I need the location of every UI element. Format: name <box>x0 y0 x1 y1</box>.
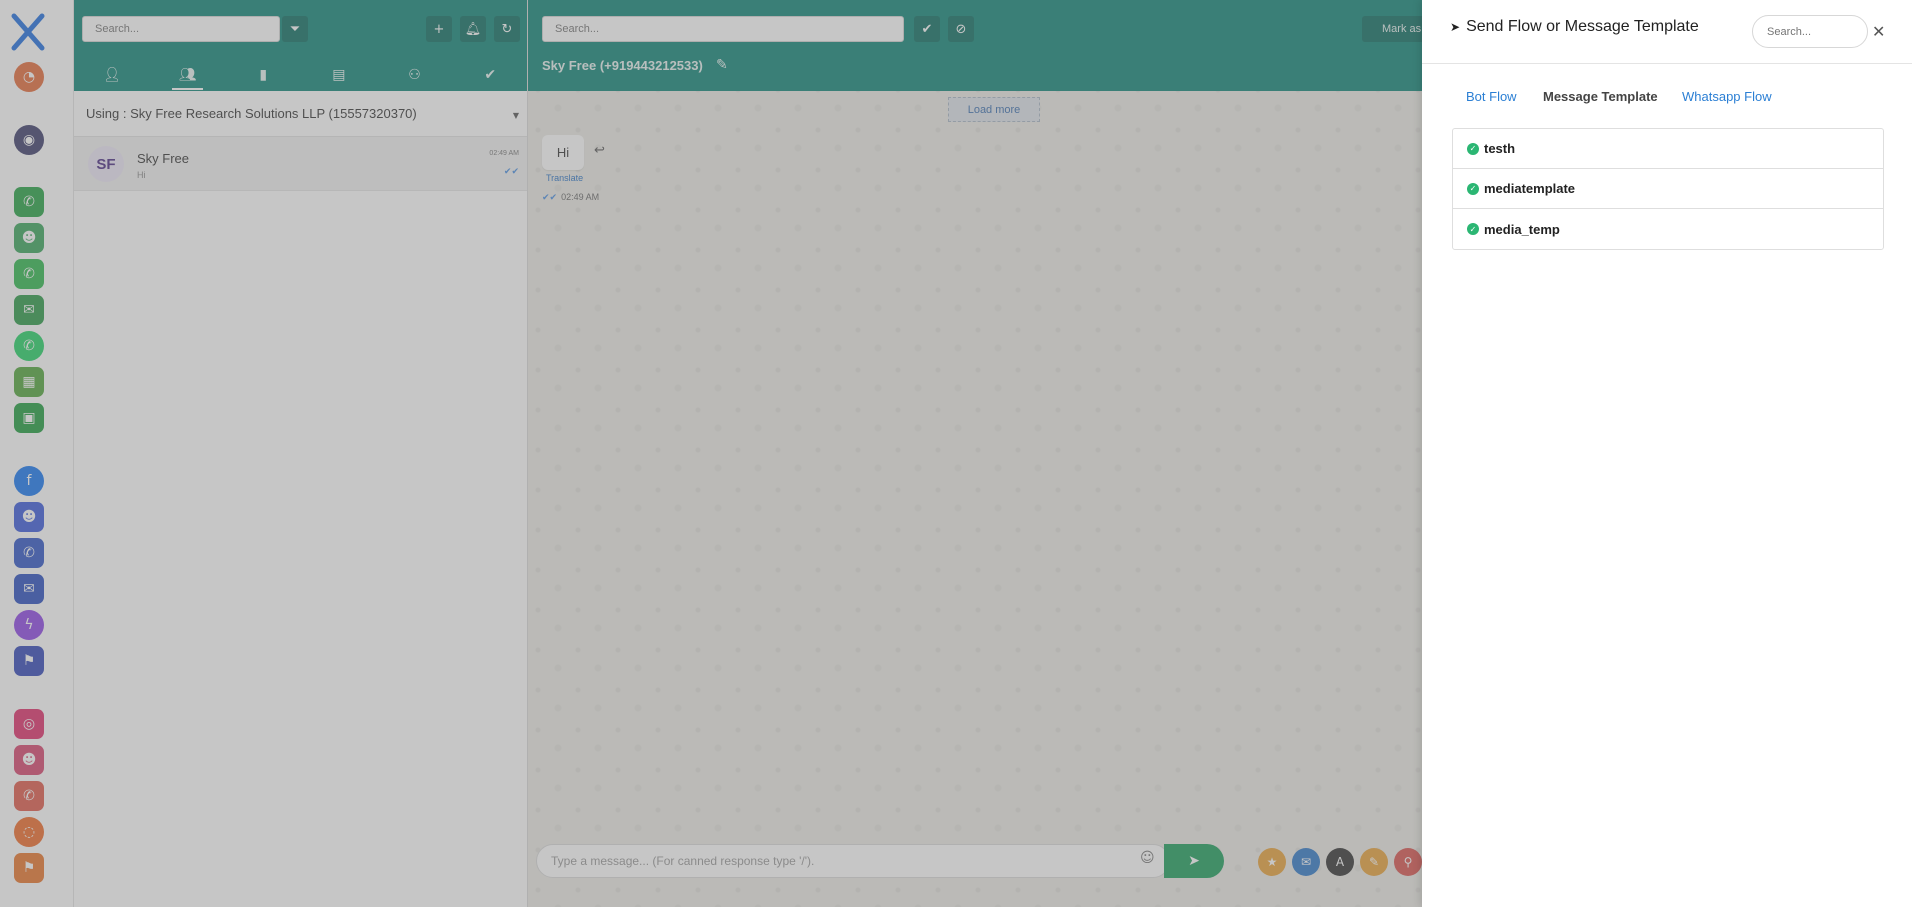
template-name: testh <box>1484 141 1516 156</box>
tab-message-template[interactable]: Message Template <box>1543 89 1658 104</box>
template-name: media_temp <box>1484 221 1560 237</box>
close-icon[interactable]: ✕ <box>1872 24 1885 40</box>
drawer-tabs: Bot Flow Message Template Whatsapp Flow <box>1422 84 1912 110</box>
template-name: mediatemplate <box>1484 181 1576 196</box>
send-template-drawer: ➤ Send Flow or Message Template ✕ Bot Fl… <box>1422 0 1912 907</box>
template-item[interactable]: ✓ mediatemplate <box>1453 169 1883 209</box>
template-search-input[interactable] <box>1752 15 1868 48</box>
tab-whatsapp-flow[interactable]: Whatsapp Flow <box>1682 89 1772 104</box>
drawer-header: ➤ Send Flow or Message Template ✕ <box>1422 0 1912 64</box>
approved-check-icon: ✓ <box>1467 182 1479 195</box>
template-list: ✓ testh ✓ mediatemplate ✓ media_temp <box>1452 128 1884 250</box>
drawer-title: ➤ Send Flow or Message Template <box>1450 18 1699 36</box>
drawer-title-text: Send Flow or Message Template <box>1466 18 1699 35</box>
template-item[interactable]: ✓ testh <box>1453 129 1883 169</box>
modal-backdrop[interactable] <box>0 0 1422 907</box>
approved-check-icon: ✓ <box>1467 142 1479 155</box>
approved-check-icon: ✓ <box>1467 223 1479 235</box>
paper-plane-icon: ➤ <box>1450 20 1461 34</box>
template-item[interactable]: ✓ media_temp <box>1453 209 1883 249</box>
tab-bot-flow[interactable]: Bot Flow <box>1466 89 1517 104</box>
